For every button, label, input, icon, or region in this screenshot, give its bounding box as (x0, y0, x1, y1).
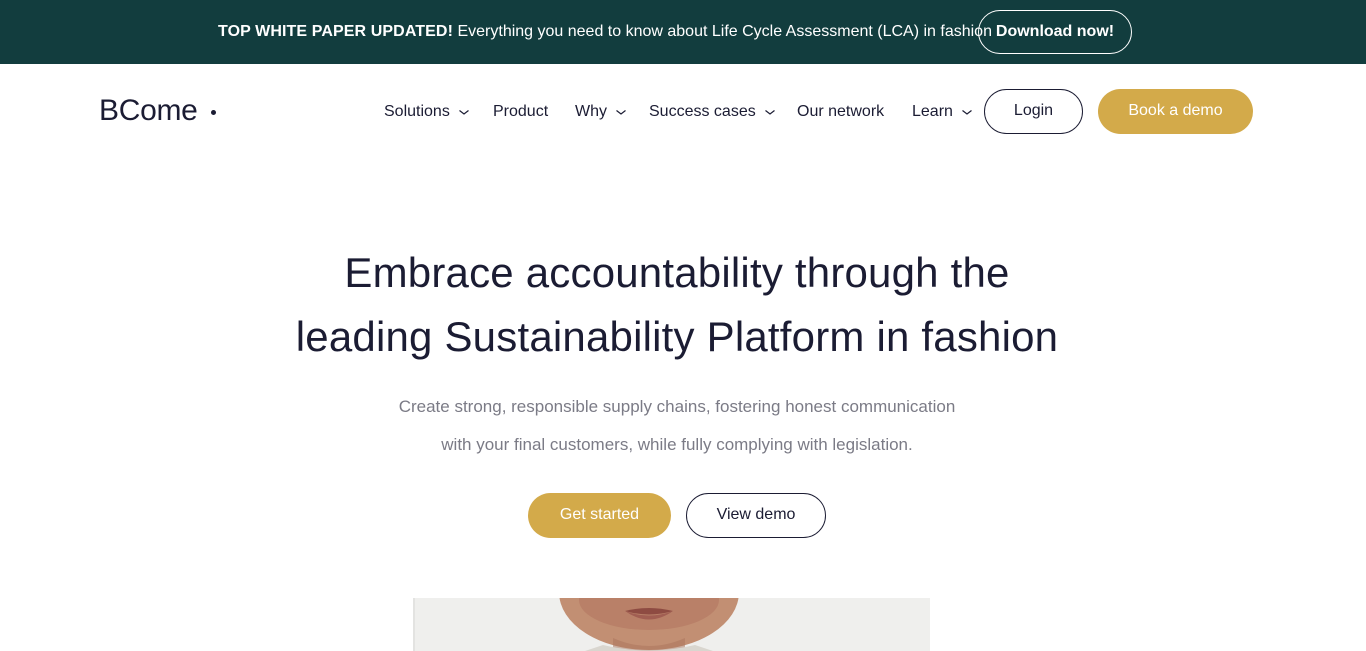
nav-label: Success cases (649, 103, 756, 120)
hero-title-line: leading Sustainability Platform in fashi… (295, 313, 1059, 360)
logo-dot (211, 110, 216, 115)
nav-item-learn[interactable]: Learn (912, 101, 974, 123)
nav-item-solutions[interactable]: Solutions (384, 101, 471, 123)
chevron-down-icon (763, 105, 777, 119)
nav-item-our-network[interactable]: Our network (797, 101, 884, 123)
announcement-bar: TOP WHITE PAPER UPDATED! Everything you … (0, 0, 1366, 64)
hero-image (413, 598, 930, 651)
announcement-message: Everything you need to know about Life C… (457, 23, 992, 40)
hero-subtitle: Create strong, responsible supply chains… (0, 388, 1354, 464)
hero-title-line: Embrace accountability through the (344, 249, 1010, 296)
chevron-down-icon (457, 105, 471, 119)
get-started-button[interactable]: Get started (528, 493, 671, 538)
logo[interactable]: BCome (99, 93, 198, 129)
login-button[interactable]: Login (984, 89, 1083, 134)
nav-label: Product (493, 103, 549, 120)
hero-subtitle-line: with your final customers, while fully c… (441, 435, 913, 454)
hero-title: Embrace accountability through the leadi… (0, 241, 1354, 369)
nav-label: Learn (912, 103, 953, 120)
chevron-down-icon (960, 105, 974, 119)
hero-photo-lips (559, 598, 739, 651)
nav-item-why[interactable]: Why (575, 101, 628, 123)
nav-item-success-cases[interactable]: Success cases (649, 101, 777, 123)
book-demo-button[interactable]: Book a demo (1098, 89, 1253, 134)
nav-item-product[interactable]: Product (493, 101, 548, 123)
download-now-button[interactable]: Download now! (978, 10, 1132, 54)
nav-label: Solutions (384, 103, 450, 120)
nav-label: Our network (797, 103, 885, 120)
announcement-highlight: TOP WHITE PAPER UPDATED! (218, 23, 454, 40)
chevron-down-icon (614, 105, 628, 119)
announcement-text: TOP WHITE PAPER UPDATED! Everything you … (218, 22, 992, 42)
hero-subtitle-line: Create strong, responsible supply chains… (398, 397, 956, 416)
view-demo-button[interactable]: View demo (686, 493, 826, 538)
nav-label: Why (575, 103, 607, 120)
